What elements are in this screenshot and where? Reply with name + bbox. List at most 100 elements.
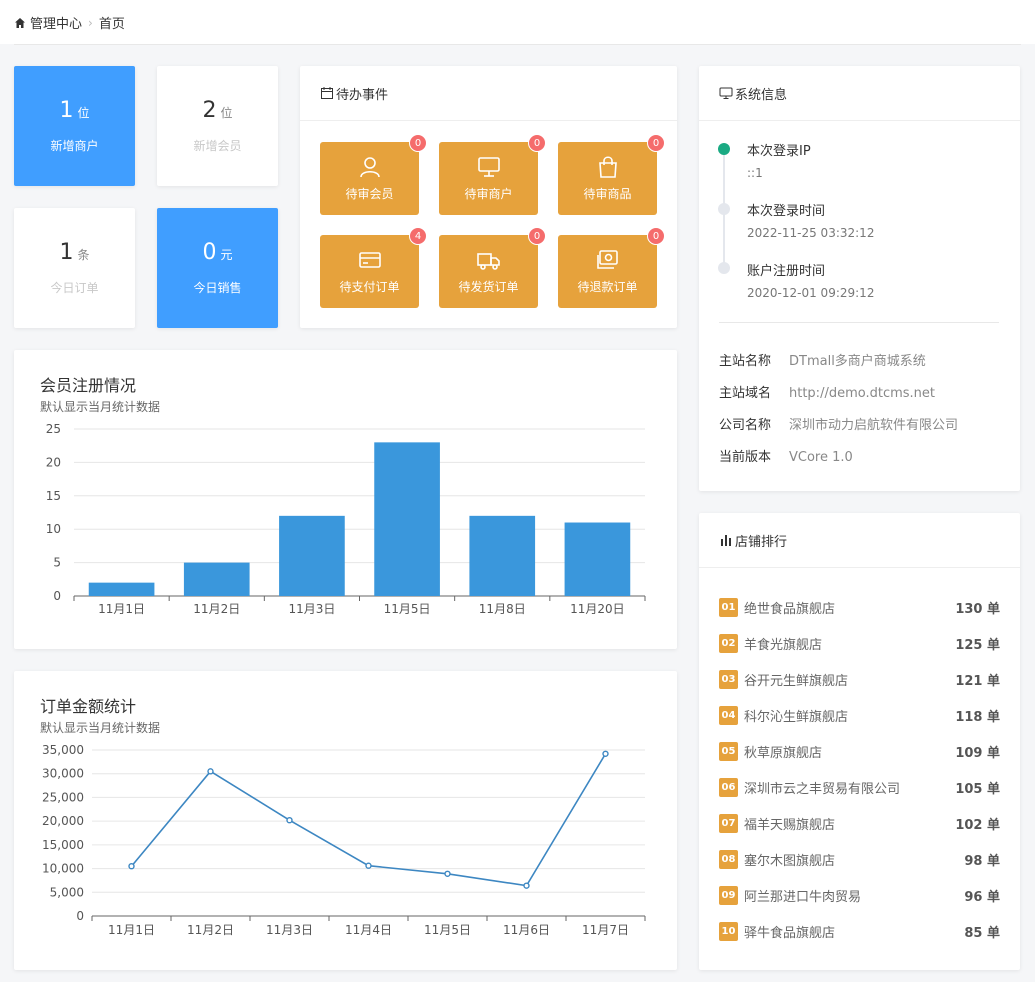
rank-store-name: 科尔沁生鲜旗舰店 bbox=[744, 709, 849, 725]
x-tick-label: 11月1日 bbox=[98, 602, 145, 616]
rank-number-badge: 05 bbox=[719, 741, 738, 761]
ranking-row[interactable]: 08 塞尔木图旗舰店 98 单 bbox=[719, 848, 1000, 870]
ranking-row[interactable]: 07 福羊天赐旗舰店 102 单 bbox=[719, 812, 1000, 834]
info-key: 公司名称 bbox=[719, 418, 772, 433]
rank-store-name: 深圳市云之丰贸易有限公司 bbox=[744, 781, 901, 797]
timeline-title: 本次登录IP bbox=[747, 144, 811, 159]
todo-pending-members[interactable]: 待审会员 0 bbox=[320, 134, 427, 215]
info-key: 当前版本 bbox=[719, 450, 772, 465]
rank-order-count: 96 单 bbox=[964, 889, 1000, 905]
todo-pending-products[interactable]: 待审商品 0 bbox=[558, 134, 665, 215]
y-tick-label: 0 bbox=[53, 589, 61, 603]
rank-number-badge: 08 bbox=[719, 849, 738, 869]
todo-count-badge: 0 bbox=[409, 134, 427, 152]
todo-pending-payment[interactable]: 待支付订单 4 bbox=[320, 227, 427, 308]
ranking-row[interactable]: 03 谷开元生鲜旗舰店 121 单 bbox=[719, 668, 1000, 690]
y-tick-label: 25,000 bbox=[42, 790, 84, 804]
ranking-row[interactable]: 05 秋草原旗舰店 109 单 bbox=[719, 740, 1000, 762]
stat-label: 今日销售 bbox=[193, 281, 242, 295]
monitor-icon bbox=[477, 157, 500, 177]
todo-label: 待审商品 bbox=[583, 187, 632, 201]
stat-card-new-members[interactable]: 2位 新增会员 bbox=[157, 66, 278, 186]
rank-store-name: 塞尔木图旗舰店 bbox=[744, 853, 836, 869]
credit-card-icon bbox=[358, 252, 381, 268]
chevron-right-icon: › bbox=[88, 15, 93, 30]
rank-store-name: 驿牛食品旗舰店 bbox=[744, 925, 836, 941]
calendar-icon bbox=[321, 87, 333, 99]
info-row-site-domain: 主站域名 http://demo.dtcms.net bbox=[719, 382, 935, 401]
ranking-row[interactable]: 09 阿兰那进口牛肉贸易 96 单 bbox=[719, 884, 1000, 906]
x-tick-label: 11月1日 bbox=[108, 923, 155, 937]
ranking-row[interactable]: 10 驿牛食品旗舰店 85 单 bbox=[719, 920, 1000, 942]
rank-store-name: 秋草原旗舰店 bbox=[744, 745, 823, 761]
x-tick-label: 11月3日 bbox=[266, 923, 313, 937]
y-tick-label: 5,000 bbox=[50, 885, 84, 899]
stat-card-today-sales[interactable]: 0元 今日销售 bbox=[157, 208, 278, 328]
data-point bbox=[128, 862, 135, 870]
todo-pending-merchants[interactable]: 待审商户 0 bbox=[439, 134, 546, 215]
timeline-value: 2020-12-01 09:29:12 bbox=[747, 286, 875, 300]
rank-store-name: 羊食光旗舰店 bbox=[744, 637, 823, 653]
home-icon bbox=[15, 17, 25, 28]
rank-store-name: 绝世食品旗舰店 bbox=[744, 601, 836, 617]
bar bbox=[88, 582, 155, 596]
order-amount-chart-card: 订单金额统计 默认显示当月统计数据 0 5,000 10,000 15,000 20,0… bbox=[14, 671, 677, 970]
stat-card-new-merchants[interactable]: 1位 新增商户 bbox=[14, 66, 135, 186]
stat-unit: 位 bbox=[77, 106, 90, 120]
y-tick-label: 10,000 bbox=[42, 862, 84, 876]
x-tick-label: 11月5日 bbox=[424, 923, 471, 937]
todo-pending-refund[interactable]: 待退款订单 0 bbox=[558, 227, 665, 308]
rank-order-count: 105 单 bbox=[955, 781, 1000, 797]
timeline-value: ::1 bbox=[747, 166, 763, 180]
todo-count-badge: 0 bbox=[528, 134, 546, 152]
top-bar: 管理中心 › 首页 bbox=[0, 0, 1035, 44]
rank-number-badge: 10 bbox=[719, 921, 738, 941]
rank-number-badge: 02 bbox=[719, 633, 738, 653]
ranking-row[interactable]: 02 羊食光旗舰店 125 单 bbox=[719, 632, 1000, 654]
timeline-title: 本次登录时间 bbox=[747, 204, 826, 219]
refund-icon bbox=[596, 250, 618, 269]
rank-store-name: 谷开元生鲜旗舰店 bbox=[744, 673, 849, 689]
breadcrumb-root[interactable]: 管理中心 bbox=[30, 13, 82, 32]
ranking-row[interactable]: 04 科尔沁生鲜旗舰店 118 单 bbox=[719, 704, 1000, 726]
stat-value: 0 bbox=[202, 240, 217, 265]
bar-chart-icon bbox=[721, 535, 731, 546]
rank-order-count: 118 单 bbox=[955, 709, 1000, 725]
y-tick-label: 30,000 bbox=[42, 767, 84, 781]
truck-icon bbox=[476, 253, 500, 270]
timeline-title: 账户注册时间 bbox=[747, 264, 826, 279]
y-tick-label: 15 bbox=[46, 489, 61, 503]
rank-number-badge: 06 bbox=[719, 777, 738, 797]
store-ranking-panel: 店铺排行 01 绝世食品旗舰店 130 单 02 羊食光旗舰店 125 单 03 谷开元生鲜旗… bbox=[699, 513, 1020, 970]
ranking-row[interactable]: 06 深圳市云之丰贸易有限公司 105 单 bbox=[719, 776, 1000, 798]
user-icon bbox=[359, 157, 380, 178]
y-tick-label: 20 bbox=[46, 455, 61, 469]
info-value: 深圳市动力启航软件有限公司 bbox=[789, 418, 959, 433]
todo-pending-shipment[interactable]: 待发货订单 0 bbox=[439, 227, 546, 308]
todo-count-badge: 4 bbox=[409, 227, 427, 245]
breadcrumb-current: 首页 bbox=[98, 17, 125, 32]
rank-store-name: 福羊天赐旗舰店 bbox=[744, 817, 836, 833]
todo-panel: 待办事件 待审会员 0 待审商户 0 待审商品 0 待支付订单 4 待发货订单 … bbox=[300, 66, 677, 328]
info-row-version: 当前版本 VCore 1.0 bbox=[719, 446, 853, 465]
stat-value: 2 bbox=[202, 98, 217, 123]
y-tick-label: 0 bbox=[76, 909, 84, 923]
system-info-title: 系统信息 bbox=[735, 87, 788, 103]
ranking-row[interactable]: 01 绝世食品旗舰店 130 单 bbox=[719, 596, 1000, 618]
stat-label: 新增商户 bbox=[50, 139, 99, 153]
x-tick-label: 11月20日 bbox=[570, 602, 625, 616]
system-info-panel: 系统信息 本次登录IP ::1 本次登录时间 2022-11-25 03:32:… bbox=[699, 66, 1020, 491]
info-value: http://demo.dtcms.net bbox=[789, 386, 935, 401]
rank-number-badge: 09 bbox=[719, 885, 738, 905]
rank-store-name: 阿兰那进口牛肉贸易 bbox=[744, 889, 862, 905]
todo-count-badge: 0 bbox=[528, 227, 546, 245]
info-value: DTmall多商户商城系统 bbox=[789, 354, 926, 369]
rank-number-badge: 01 bbox=[719, 597, 738, 617]
info-key: 主站域名 bbox=[719, 386, 772, 401]
todo-label: 待退款订单 bbox=[577, 280, 638, 294]
stat-card-today-orders[interactable]: 1条 今日订单 bbox=[14, 208, 135, 328]
rank-number-badge: 03 bbox=[719, 669, 738, 689]
todo-panel-title: 待办事件 bbox=[336, 87, 389, 103]
stat-label: 新增会员 bbox=[193, 139, 242, 153]
rank-number-badge: 07 bbox=[719, 813, 738, 833]
